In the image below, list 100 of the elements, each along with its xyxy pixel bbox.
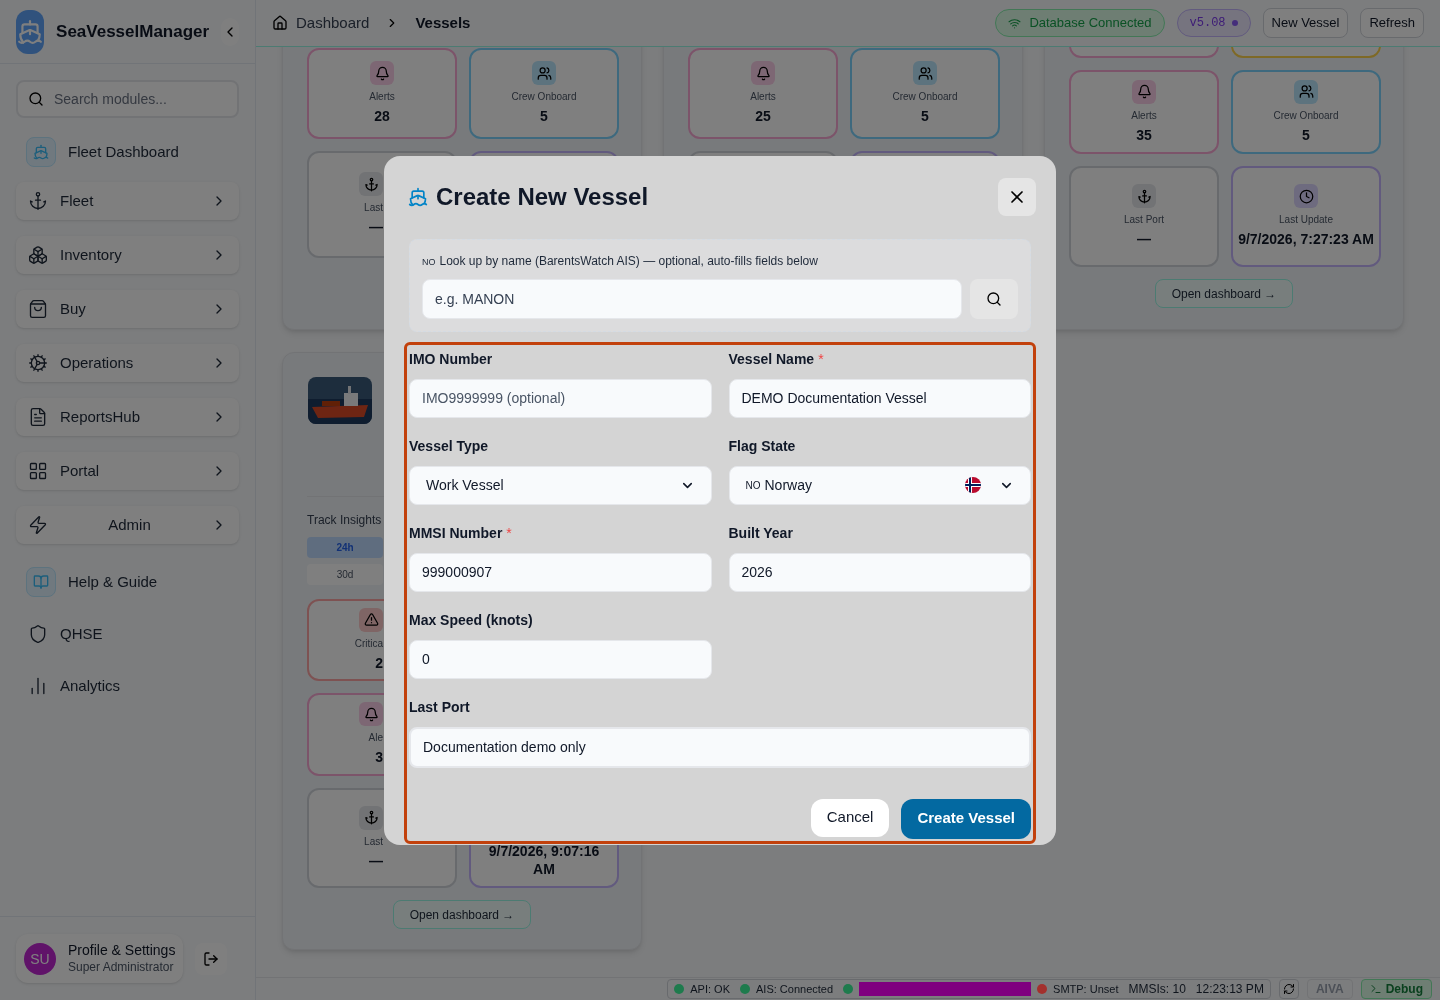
users-icon [532,61,556,86]
bell-icon [1132,79,1156,104]
tile-label: Crew Onboard [511,90,577,105]
refresh-icon [1282,983,1295,995]
cubes-icon [28,245,48,265]
nav-item[interactable]: Operations [16,344,239,382]
create-vessel-button[interactable]: Create Vessel [901,798,1031,839]
nav-label: Analytics [60,675,121,696]
nav-label: Help & Guide [68,571,158,592]
status-label: AIS: Connected [756,981,834,997]
profile-card[interactable]: SU Profile & Settings Super Administrator [16,934,184,983]
tile-value: — [1137,231,1151,249]
ship-icon [408,186,428,207]
home-icon [272,15,288,31]
nav-label: Operations [60,352,135,373]
breadcrumb-item[interactable]: Dashboard [296,11,370,35]
search-field[interactable]: Search modules... [16,80,239,118]
profile-name: Profile & Settings [68,942,176,960]
shield-icon [28,624,48,644]
nav-item[interactable]: ReportsHub [16,398,239,436]
search-button[interactable] [970,278,1018,319]
tile-value: 2 [375,654,383,673]
nav-label: Fleet Dashboard [68,141,179,162]
anchor-icon [359,805,383,830]
tile-value: 28 [374,108,390,126]
tile-label: Crew Onboard [1273,108,1339,123]
nav-item[interactable]: Analytics [16,664,239,708]
input-field[interactable]: IMO9999999 (optional) [409,378,712,418]
nav-item[interactable]: Fleet [16,182,239,220]
nav-label: Portal [60,460,101,481]
tile-label: Last [364,834,383,849]
search-icon [28,91,44,107]
tile-label: Last Port [1124,213,1164,228]
bell-icon [359,702,383,727]
tile-label: Alerts [1131,108,1157,123]
status-label: API: OK [690,981,730,997]
select-field[interactable]: Work Vessel [409,465,712,505]
cancel-button[interactable]: Cancel [810,798,890,837]
nav-label: Fleet [60,190,95,211]
input-field[interactable]: 999000907 [409,552,712,592]
lightning-icon [28,515,48,535]
flag-icon [963,477,983,493]
clock-icon [1294,184,1318,209]
nav-item[interactable]: Inventory [16,236,239,274]
status-label: SMTP: Unset [1053,981,1119,997]
warning-icon [359,607,383,632]
profile-role: Super Administrator [68,959,175,975]
open-dashboard-button[interactable]: Open dashboard → [1154,279,1294,308]
open-dashboard-button[interactable]: Open dashboard → [392,900,532,929]
nav-label: ReportsHub [60,406,142,427]
document-icon [28,407,48,427]
input-field[interactable]: Documentation demo only [409,726,1031,768]
ship-logo-icon [16,9,45,54]
users-icon [913,61,937,86]
nav-item[interactable]: Buy [16,290,239,328]
refresh-button[interactable]: Refresh [1360,8,1424,38]
nav-item[interactable]: Portal [16,452,239,490]
field-label: Vessel Name [728,349,815,369]
tile-label: Alerts [750,90,776,105]
dialog-title: Create New Vessel [436,181,649,212]
field-label: Built Year [728,523,793,543]
brand-name: SeaVesselManager [56,20,210,43]
refresh-button[interactable] [1278,979,1299,999]
terminal-icon [1369,983,1382,995]
input-field[interactable]: DEMO Documentation Vessel [728,378,1031,418]
range-tab[interactable]: 30d [307,564,383,585]
tile-value: 3 [375,749,383,767]
tile-label: Alerts [369,90,395,105]
tile-value: 9/7/2026, 7:27:23 AM [1238,231,1374,249]
lookup-field[interactable]: e.g. MANON [422,278,962,319]
tile-value: 5 [1302,126,1310,145]
nav-item[interactable]: QHSE [16,612,239,656]
nav-label: Buy [60,298,87,319]
field-label: MMSI Number [409,523,503,543]
tile-value: 9/7/2026, 9:07:16 [488,843,600,861]
new-vessel-button[interactable]: New Vessel [1262,8,1349,38]
tile-label: Last [364,201,383,216]
input-field[interactable]: 0 [409,639,712,679]
field-label: Max Speed (knots) [409,610,533,630]
section-title: Track Insights [307,512,383,529]
grid-icon [28,461,48,481]
debug-button[interactable]: Debug [1360,979,1432,999]
tile-value: — [369,852,383,871]
select-field[interactable]: NO Norway [728,465,1031,505]
range-tab[interactable]: 24h [307,537,383,558]
tile-value: 25 [755,108,771,126]
nav-label: QHSE [60,623,103,644]
nav-item[interactable]: Admin [16,506,239,544]
tile-label: Last Update [1279,213,1333,228]
input-field[interactable]: 2026 [728,552,1031,592]
tile-value: 5 [921,108,929,126]
nav-item[interactable]: Help & Guide [16,560,239,604]
close-button[interactable] [998,177,1036,216]
nav-item[interactable]: Fleet Dashboard [16,130,239,174]
avatar: SU [24,942,56,975]
nav-label: Admin [107,514,152,535]
breadcrumb-item: Vessels [415,12,471,33]
bell-icon [751,61,775,86]
required-mark: * [818,349,824,369]
status-label: MMSIs: 10 [1128,981,1186,998]
